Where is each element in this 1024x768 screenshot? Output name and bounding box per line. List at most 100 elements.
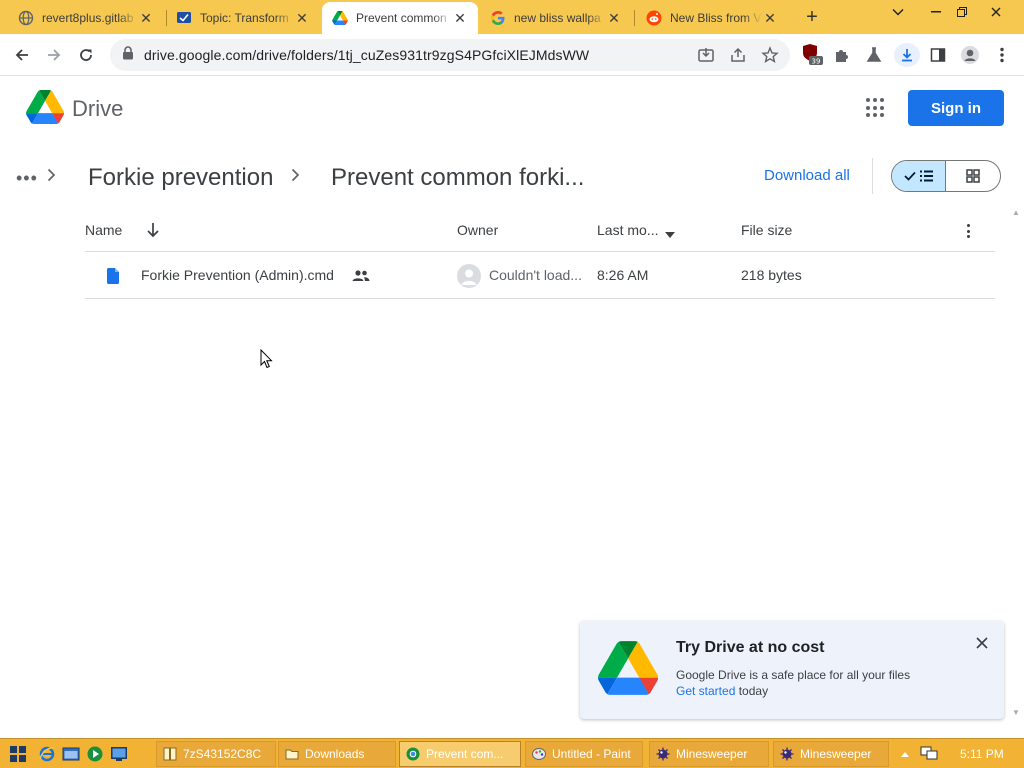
browser-menu-icon[interactable] (990, 43, 1014, 67)
address-bar[interactable]: drive.google.com/drive/folders/1tj_cuZes… (110, 39, 790, 71)
try-drive-promo-card: Try Drive at no cost Google Drive is a s… (580, 621, 1004, 719)
tab-title: Prevent common (356, 11, 447, 25)
breadcrumb-more-button[interactable]: ••• (16, 168, 38, 189)
google-apps-icon[interactable] (866, 98, 886, 118)
tab-separator (634, 10, 635, 26)
column-header-owner[interactable]: Owner (457, 222, 498, 238)
downloads-icon[interactable] (894, 43, 920, 67)
drive-product-title[interactable]: Drive (72, 96, 123, 122)
divider (872, 158, 873, 194)
scroll-up-arrow-icon[interactable]: ▲ (1012, 208, 1020, 217)
close-tab-icon[interactable]: ✕ (452, 10, 468, 27)
taskbar-button-downloads[interactable]: Downloads (278, 741, 396, 767)
screen: revert8plus.gitlab ✕ Topic: Transform ✕ … (0, 0, 1024, 768)
row-divider (85, 298, 995, 299)
taskbar-clock[interactable]: 5:11 PM (960, 747, 1004, 761)
drive-logo-icon[interactable] (26, 90, 65, 124)
taskbar-button-label: Prevent com... (426, 747, 504, 761)
column-header-file-size[interactable]: File size (741, 222, 792, 238)
list-view-button[interactable] (892, 161, 947, 191)
taskbar-button-7zip[interactable]: 7zS43152C8C (156, 741, 276, 767)
breadcrumb-parent-folder[interactable]: Forkie prevention (88, 164, 273, 192)
share-icon[interactable] (726, 43, 750, 67)
forum-icon (176, 10, 192, 26)
minesweeper-icon (656, 747, 670, 761)
tab-title: new bliss wallpa (514, 11, 601, 25)
grid-view-button[interactable] (946, 161, 1000, 191)
tab-search-chevron-icon[interactable] (882, 0, 914, 24)
taskbar-button-chrome[interactable]: Prevent com... (399, 741, 521, 767)
ublock-extension-icon[interactable]: 39 (800, 43, 824, 67)
scroll-down-arrow-icon[interactable]: ▼ (1012, 708, 1020, 717)
file-name[interactable]: Forkie Prevention (Admin).cmd (141, 267, 334, 283)
tab-title: Topic: Transform (200, 11, 289, 25)
close-icon[interactable] (976, 633, 988, 654)
close-tab-icon[interactable]: ✕ (138, 10, 154, 27)
tab-title: revert8plus.gitlab (42, 11, 134, 25)
labs-flask-icon[interactable] (862, 43, 886, 67)
taskbar-button-paint[interactable]: Untitled - Paint (525, 741, 643, 767)
close-tab-icon[interactable]: ✕ (294, 10, 310, 27)
close-window-button[interactable] (978, 0, 1014, 24)
promo-title: Try Drive at no cost (676, 639, 825, 656)
side-panel-icon[interactable] (926, 43, 950, 67)
show-desktop-icon[interactable] (110, 745, 128, 763)
new-tab-button[interactable]: + (798, 4, 826, 30)
sign-in-button[interactable]: Sign in (908, 90, 1004, 126)
shared-people-icon (352, 269, 370, 283)
internet-explorer-icon[interactable] (38, 745, 56, 763)
promo-cta-suffix: today (735, 684, 769, 698)
paint-palette-icon (532, 748, 546, 760)
more-options-icon[interactable] (962, 222, 974, 240)
close-tab-icon[interactable]: ✕ (606, 10, 622, 27)
windows-taskbar: 7zS43152C8C Downloads Prevent com... Unt… (0, 738, 1024, 768)
tab-new-bliss-wallpaper[interactable]: new bliss wallpa ✕ (480, 2, 632, 34)
network-icon[interactable] (920, 745, 938, 764)
chrome-icon (406, 747, 420, 761)
tab-title: New Bliss from V (670, 11, 762, 25)
taskbar-button-minesweeper-2[interactable]: Minesweeper (773, 741, 889, 767)
taskbar-button-label: Downloads (305, 747, 365, 761)
desktop-window-icon[interactable] (62, 745, 80, 763)
file-owner: Couldn't load... (489, 267, 582, 283)
profile-avatar-icon[interactable] (958, 43, 982, 67)
start-windows-icon[interactable] (10, 746, 26, 762)
minesweeper-icon (780, 747, 794, 761)
drive-icon (332, 10, 348, 26)
get-started-link[interactable]: Get started (676, 684, 735, 698)
column-header-name[interactable]: Name (85, 222, 122, 238)
show-hidden-icons-arrow-icon[interactable] (900, 747, 910, 761)
taskbar-button-label: Minesweeper (676, 747, 748, 761)
browser-toolbar: drive.google.com/drive/folders/1tj_cuZes… (0, 34, 1024, 76)
install-app-icon[interactable] (694, 43, 718, 67)
close-tab-icon[interactable]: ✕ (762, 10, 778, 27)
chevron-right-icon (290, 166, 300, 187)
tab-revert8plus[interactable]: revert8plus.gitlab ✕ (8, 2, 164, 34)
google-icon (490, 10, 506, 26)
browser-tabstrip: revert8plus.gitlab ✕ Topic: Transform ✕ … (0, 0, 1024, 34)
bookmark-star-icon[interactable] (758, 43, 782, 67)
taskbar-button-label: Minesweeper (800, 747, 872, 761)
reddit-icon (646, 10, 662, 26)
forward-button[interactable] (42, 43, 66, 67)
extensions-puzzle-icon[interactable] (830, 43, 854, 67)
taskbar-button-minesweeper-1[interactable]: Minesweeper (649, 741, 769, 767)
breadcrumb-current-folder: Prevent common forki... (331, 164, 585, 191)
file-size: 218 bytes (741, 267, 802, 283)
tab-topic-transform[interactable]: Topic: Transform ✕ (166, 2, 320, 34)
reload-button[interactable] (74, 43, 98, 67)
owner-avatar (457, 264, 481, 288)
column-header-last-modified[interactable]: Last mo... (597, 222, 658, 238)
download-all-button[interactable]: Download all (764, 167, 850, 184)
media-player-icon[interactable] (86, 745, 104, 763)
view-toggle (891, 160, 1001, 192)
restore-window-button[interactable] (946, 0, 978, 24)
extension-badge-count: 39 (812, 58, 821, 66)
back-button[interactable] (10, 43, 34, 67)
sort-arrow-down-icon[interactable] (146, 222, 160, 243)
tab-new-bliss-reddit[interactable]: New Bliss from V ✕ (636, 2, 788, 34)
tab-prevent-common[interactable]: Prevent common ✕ (322, 2, 478, 34)
chevron-right-icon (46, 166, 56, 187)
dropdown-caret-icon[interactable] (664, 226, 676, 242)
folder-icon (285, 749, 299, 760)
